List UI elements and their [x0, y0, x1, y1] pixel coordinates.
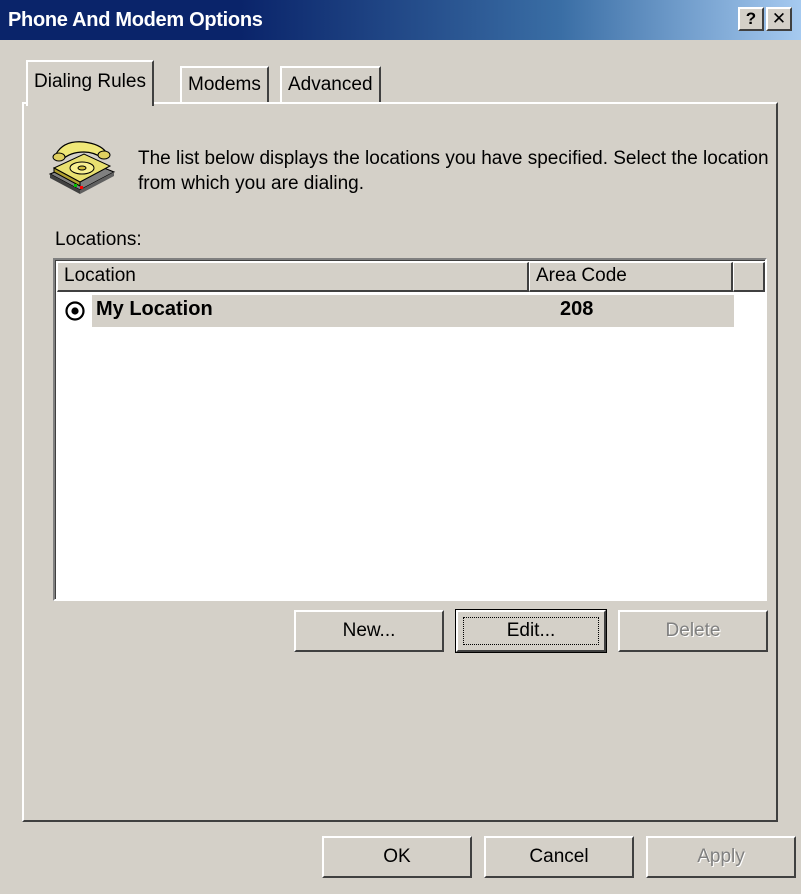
edit-button-label: Edit...: [463, 617, 599, 645]
column-header-area-code[interactable]: Area Code: [529, 262, 733, 292]
new-button[interactable]: New...: [294, 610, 444, 652]
list-frame: Location Area Code My Location 208: [55, 260, 765, 599]
close-button[interactable]: ✕: [766, 7, 792, 31]
radio-selected-icon: [65, 301, 85, 321]
column-header-location[interactable]: Location: [57, 262, 529, 292]
area-code: 208: [560, 298, 594, 320]
tab-advanced[interactable]: Advanced: [280, 66, 381, 104]
apply-button[interactable]: Apply: [646, 836, 796, 878]
column-header-filler: [733, 262, 765, 292]
cancel-button[interactable]: Cancel: [484, 836, 634, 878]
title-bar[interactable]: Phone And Modem Options ? ✕: [0, 0, 801, 40]
window-title: Phone And Modem Options: [8, 9, 263, 31]
description-text: The list below displays the locations yo…: [138, 148, 769, 194]
ok-button[interactable]: OK: [322, 836, 472, 878]
locations-label: Locations:: [55, 229, 142, 250]
tab-modems[interactable]: Modems: [180, 66, 269, 104]
location-name: My Location: [96, 298, 213, 320]
tab-dialing-rules[interactable]: Dialing Rules: [26, 60, 154, 106]
list-item[interactable]: My Location 208: [58, 295, 734, 327]
help-button[interactable]: ?: [738, 7, 764, 31]
delete-button[interactable]: Delete: [618, 610, 768, 652]
locations-list[interactable]: Location Area Code My Location 208: [53, 258, 767, 601]
telephone-icon: [48, 141, 116, 194]
edit-button[interactable]: Edit...: [455, 609, 607, 653]
